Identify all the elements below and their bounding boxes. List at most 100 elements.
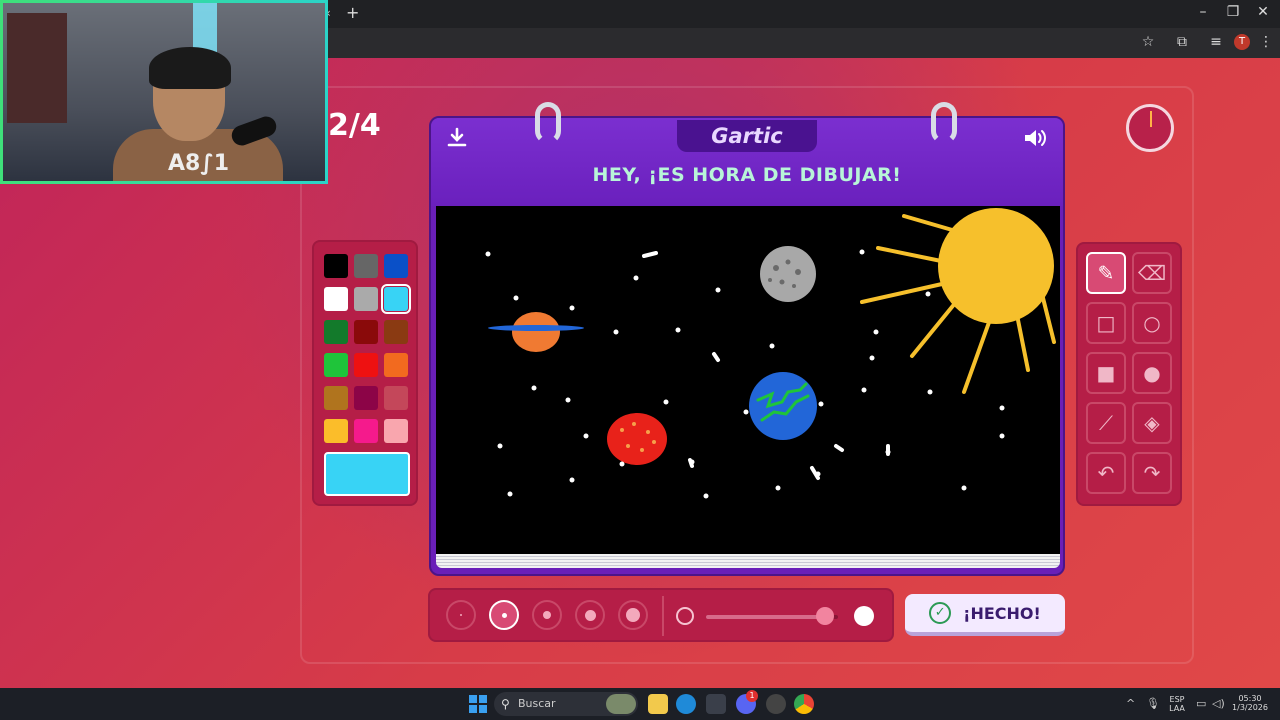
eraser-tool[interactable]: ⌫ [1132, 252, 1172, 294]
brush-size-dot [543, 611, 551, 619]
circle-filled-icon: ● [1143, 361, 1161, 385]
line-icon: ⟋ [1099, 411, 1113, 435]
undo-icon: ↶ [1097, 461, 1115, 485]
opacity-slider-fill [706, 615, 825, 619]
color-swatch[interactable] [384, 254, 408, 278]
brush-size-2[interactable] [489, 600, 519, 630]
extensions-icon[interactable]: ⧉ [1172, 34, 1192, 50]
notebook-header: Gartic HEY, ¡ES HORA DE DIBUJAR! [431, 118, 1063, 206]
ellipse-tool[interactable]: ○ [1132, 302, 1172, 344]
round-counter: 2/4 [328, 108, 381, 143]
gartic-logo: Gartic [677, 120, 817, 152]
color-swatch[interactable] [354, 320, 378, 344]
network-icon[interactable]: ▭ [1196, 697, 1206, 710]
file-explorer-icon[interactable] [648, 694, 668, 714]
brush-size-4[interactable] [575, 600, 605, 630]
brush-size-bar [428, 588, 894, 642]
opacity-min-icon [676, 607, 694, 625]
search-icon: ⚲ [501, 697, 510, 711]
windows-start-icon[interactable] [468, 694, 488, 714]
color-swatch[interactable] [354, 386, 378, 410]
color-swatch[interactable] [324, 353, 348, 377]
timer-icon [1126, 104, 1174, 152]
notebook-pages-edge [436, 554, 1060, 568]
color-swatch[interactable] [324, 287, 348, 311]
store-icon[interactable] [706, 694, 726, 714]
new-tab-button[interactable]: + [346, 3, 359, 22]
sound-icon[interactable] [1021, 126, 1049, 154]
tray-expand-icon[interactable]: ^ [1126, 697, 1135, 710]
brush-size-5[interactable] [618, 600, 648, 630]
webcam-overlay: A8∫1 [0, 0, 328, 184]
rectangle-tool[interactable]: □ [1086, 302, 1126, 344]
done-button[interactable]: ✓ ¡HECHO! [905, 594, 1065, 636]
color-swatch[interactable] [384, 419, 408, 443]
close-window-button[interactable]: ✕ [1248, 4, 1278, 20]
search-highlight-icon[interactable] [606, 694, 636, 714]
webcam-person-hair [149, 47, 231, 89]
timer-hand [1150, 111, 1152, 127]
language-layout: LAA [1169, 704, 1185, 713]
redo-tool[interactable]: ↷ [1132, 452, 1172, 494]
drawing-svg [485, 208, 1056, 499]
done-button-label: ¡HECHO! [963, 603, 1041, 623]
minimize-button[interactable]: – [1188, 4, 1218, 20]
language-indicator[interactable]: ESP LAA [1166, 695, 1188, 713]
browser-menu-icon[interactable]: ⋮ [1256, 34, 1276, 50]
color-swatch[interactable] [384, 320, 408, 344]
brush-size-dot [460, 614, 462, 616]
moon [760, 246, 816, 302]
circle-outline-icon: ○ [1143, 311, 1161, 335]
webcam-shirt-text: A8∫1 [168, 151, 230, 176]
brush-size-3[interactable] [532, 600, 562, 630]
color-swatch[interactable] [324, 386, 348, 410]
color-swatch[interactable] [354, 254, 378, 278]
tool-panel: ✎ ⌫ □ ○ ■ ● ⟋ ◈ ↶ ↷ [1076, 242, 1182, 506]
filled-ellipse-tool[interactable]: ● [1132, 352, 1172, 394]
edge-browser-icon[interactable] [676, 694, 696, 714]
drawing-canvas[interactable] [436, 206, 1060, 556]
volume-icon[interactable]: ◁) [1212, 697, 1225, 710]
notebook-ring-left [535, 102, 561, 144]
bookmark-star-icon[interactable]: ☆ [1138, 34, 1158, 50]
color-swatch[interactable] [354, 353, 378, 377]
profile-avatar[interactable]: T [1234, 34, 1250, 50]
obs-icon[interactable] [766, 694, 786, 714]
check-icon: ✓ [929, 602, 952, 624]
undo-tool[interactable]: ↶ [1086, 452, 1126, 494]
notebook-ring-right [931, 102, 957, 144]
microphone-tray-icon[interactable]: 🎙 [1146, 697, 1160, 710]
download-icon[interactable] [443, 126, 471, 154]
saturn-ring [488, 325, 584, 331]
square-outline-icon: □ [1096, 311, 1116, 335]
color-palette [312, 240, 418, 506]
opacity-max-icon [854, 606, 874, 626]
color-swatch[interactable] [381, 284, 411, 314]
redo-icon: ↷ [1143, 461, 1161, 485]
color-swatch[interactable] [324, 419, 348, 443]
square-filled-icon: ■ [1096, 361, 1116, 385]
color-swatch[interactable] [384, 353, 408, 377]
brush-size-dot [626, 608, 640, 622]
language-code: ESP [1169, 695, 1185, 704]
taskbar-search-label: Buscar [518, 697, 556, 710]
filled-rectangle-tool[interactable]: ■ [1086, 352, 1126, 394]
media-controls-icon[interactable]: ≡ [1206, 34, 1226, 50]
opacity-slider-handle[interactable] [815, 607, 834, 625]
color-swatch[interactable] [354, 419, 378, 443]
sun [938, 208, 1054, 324]
pencil-tool[interactable]: ✎ [1086, 252, 1126, 294]
color-swatch[interactable] [354, 287, 378, 311]
chrome-icon[interactable] [794, 694, 814, 714]
webcam-shelf [7, 13, 67, 123]
line-tool[interactable]: ⟋ [1086, 402, 1126, 444]
clock-date: 1/3/2026 [1232, 703, 1268, 712]
brush-size-1[interactable] [446, 600, 476, 630]
size-separator [662, 596, 664, 636]
color-swatch[interactable] [324, 320, 348, 344]
color-swatch[interactable] [384, 386, 408, 410]
fill-tool[interactable]: ◈ [1132, 402, 1172, 444]
restore-button[interactable]: ❐ [1218, 4, 1248, 20]
clock[interactable]: 05:30 1/3/2026 [1230, 694, 1270, 712]
color-swatch[interactable] [324, 254, 348, 278]
